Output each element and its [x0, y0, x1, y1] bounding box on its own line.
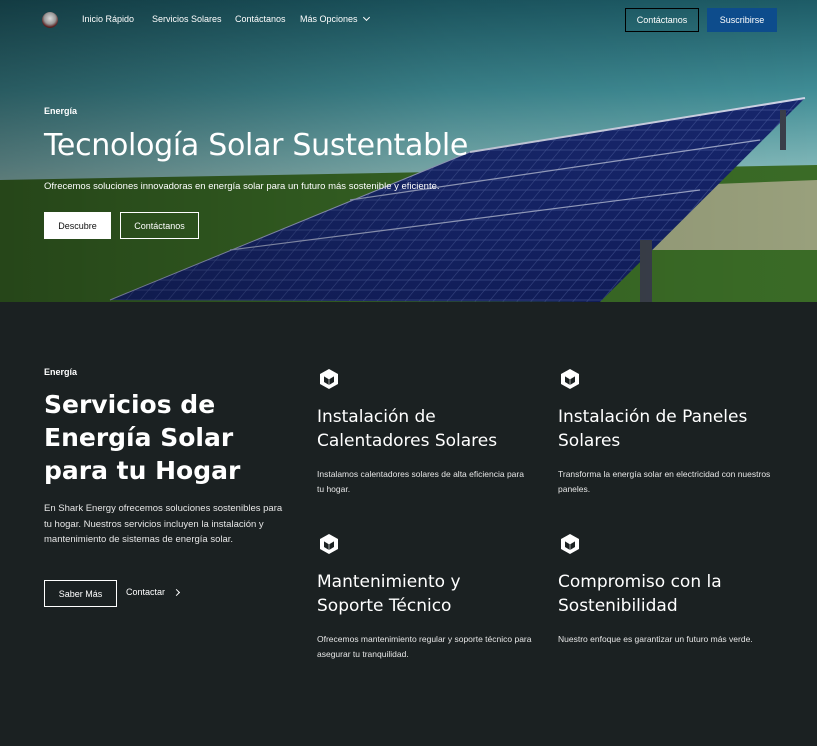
service-card: Instalación de Calentadores Solares Inst…: [317, 367, 532, 497]
service-card-text: Ofrecemos mantenimiento regular y soport…: [317, 634, 532, 659]
service-card: Instalación de Paneles Solares Transform…: [558, 367, 773, 497]
cube-icon: [561, 534, 579, 554]
logo[interactable]: [42, 12, 58, 28]
hero-section: Inicio Rápido Servicios Solares Contácta…: [0, 0, 817, 302]
cube-icon: [320, 534, 338, 554]
service-card-title: Mantenimiento y Soporte Técnico: [317, 572, 461, 616]
contact-link-label: Contactar: [126, 587, 166, 597]
service-card: Compromiso con la Sostenibilidad Nuestro…: [558, 532, 773, 647]
service-card-text: Nuestro enfoque es garantizar un futuro …: [558, 634, 753, 644]
contact-link[interactable]: Contactar: [126, 587, 181, 597]
nav-contact-button[interactable]: Contáctanos: [625, 8, 699, 32]
chevron-right-icon: [172, 588, 181, 596]
top-nav: Inicio Rápido Servicios Solares Contácta…: [0, 0, 817, 40]
services-title: Servicios de Energía Solar para tu Hogar: [44, 390, 241, 485]
hero-contact-button[interactable]: Contáctanos: [120, 212, 199, 239]
nav-link-mas-opciones-label: Más Opciones: [300, 14, 358, 24]
hero-subtitle: Ofrecemos soluciones innovadoras en ener…: [44, 181, 440, 192]
hero-title: Tecnología Solar Sustentable: [44, 128, 469, 163]
services-description: En Shark Energy ofrecemos soluciones sos…: [44, 503, 283, 545]
nav-link-contacto[interactable]: Contáctanos: [235, 14, 286, 24]
nav-link-inicio[interactable]: Inicio Rápido: [82, 14, 134, 24]
learn-more-button[interactable]: Saber Más: [44, 580, 117, 607]
service-card-text: Transforma la energía solar en electrici…: [558, 469, 771, 494]
cube-icon: [561, 369, 579, 389]
cube-icon: [320, 369, 338, 389]
chevron-down-icon: [362, 13, 370, 22]
nav-link-mas-opciones[interactable]: Más Opciones: [300, 13, 370, 24]
services-eyebrow: Energía: [44, 367, 78, 377]
nav-link-servicios[interactable]: Servicios Solares: [152, 14, 222, 24]
service-card: Mantenimiento y Soporte Técnico Ofrecemo…: [317, 532, 532, 662]
subscribe-button[interactable]: Suscribirse: [707, 8, 777, 32]
service-card-title: Instalación de Paneles Solares: [558, 407, 748, 451]
service-card-title: Instalación de Calentadores Solares: [317, 407, 498, 451]
hero-eyebrow: Energía: [44, 106, 78, 116]
service-card-title: Compromiso con la Sostenibilidad: [558, 572, 722, 616]
service-card-text: Instalamos calentadores solares de alta …: [317, 469, 524, 494]
discover-button[interactable]: Descubre: [44, 212, 111, 239]
